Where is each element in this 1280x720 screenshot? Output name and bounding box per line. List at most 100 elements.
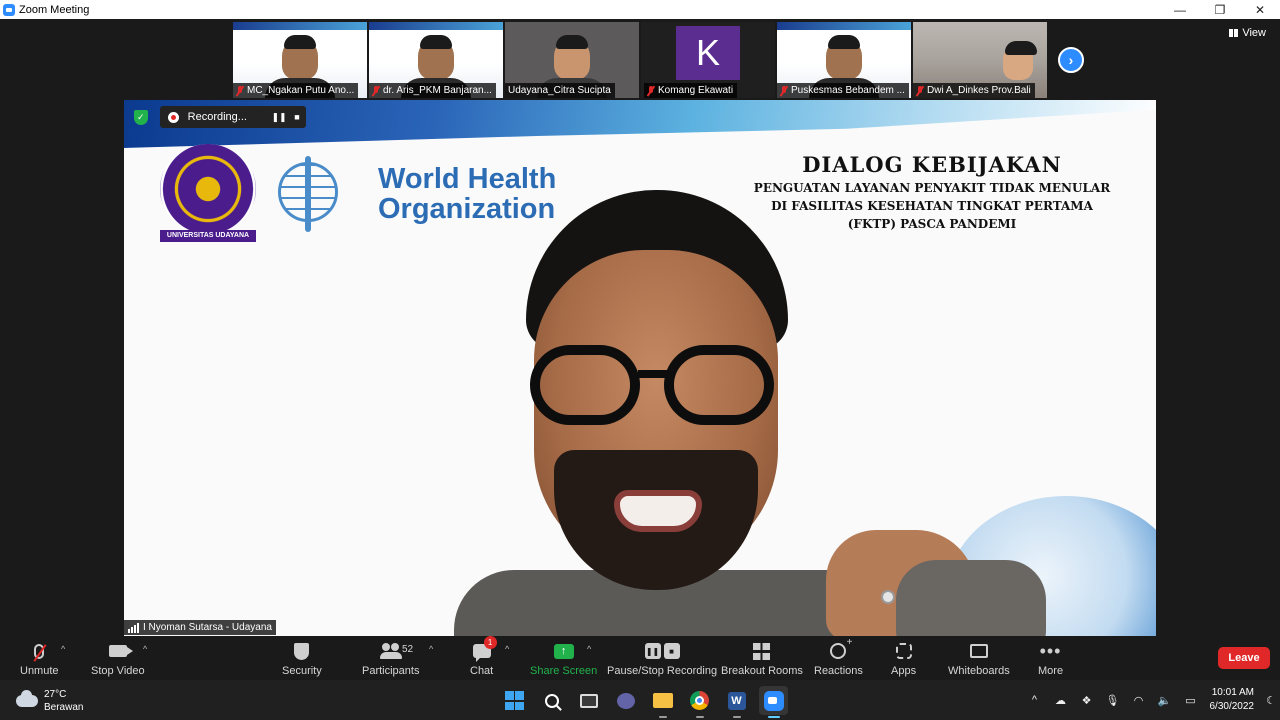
security-label: Security (282, 665, 322, 677)
grid-view-icon (1229, 29, 1239, 37)
apps-label: Apps (891, 665, 917, 677)
participant-tile[interactable]: K Komang Ekawati (641, 22, 775, 98)
clock[interactable]: 10:01 AM 6/30/2022 (1210, 686, 1255, 714)
window-title: Zoom Meeting (19, 3, 90, 16)
microphone-icon[interactable]: 🎙 (1100, 694, 1126, 707)
participant-video (418, 35, 454, 80)
share-screen-label: Share Screen (530, 665, 598, 677)
running-indicator (696, 716, 704, 718)
task-view-icon (579, 693, 598, 708)
participant-tile[interactable]: Dwi A_Dinkes Prov.Bali (913, 22, 1047, 98)
share-screen-icon: ↑ (553, 643, 574, 659)
who-emblem-icon (276, 156, 342, 232)
participant-tile[interactable]: Udayana_Citra Sucipta (505, 22, 639, 98)
notifications-icon[interactable]: ☾ (1262, 694, 1280, 707)
chevron-right-icon: › (1068, 52, 1074, 68)
who-staff (305, 156, 311, 232)
reactions-label: Reactions (814, 665, 863, 677)
reactions-button[interactable]: Reactions (814, 637, 863, 677)
clock-time: 10:01 AM (1211, 687, 1254, 698)
recording-label: Recording... (187, 111, 247, 123)
chat-button[interactable]: 1 Chat (470, 636, 497, 677)
breakout-rooms-button[interactable]: Breakout Rooms (721, 640, 803, 677)
search-button[interactable] (537, 686, 566, 715)
teams-chat-button[interactable] (611, 686, 640, 715)
chrome-button[interactable] (685, 686, 714, 718)
folder-icon (652, 693, 673, 708)
active-speaker-video: UNIVERSITAS UDAYANA World Health Organiz… (124, 100, 1156, 636)
speaker-ring (881, 590, 895, 604)
whiteboards-button[interactable]: Whiteboards (948, 640, 1010, 677)
participant-strip: MC_Ngakan Putu Ano... dr. Aris_PKM Banja… (233, 22, 1047, 98)
pause-stop-recording-button[interactable]: ❚❚ ■ Pause/Stop Recording (607, 640, 717, 677)
chevron-up-icon[interactable]: ^ (1022, 694, 1048, 706)
security-button[interactable]: Security (282, 640, 322, 677)
zoom-taskbar-button[interactable] (759, 686, 788, 718)
participants-icon (379, 643, 402, 659)
next-page-button[interactable]: › (1058, 47, 1084, 73)
participant-tile[interactable]: dr. Aris_PKM Banjaran... (369, 22, 503, 98)
taskbar-pinned-apps: W (500, 686, 788, 718)
stop-icon[interactable]: ■ (288, 108, 306, 126)
stop-video-button[interactable]: Stop Video (91, 640, 145, 677)
file-explorer-button[interactable] (648, 686, 677, 718)
unmute-button[interactable]: Unmute (20, 640, 59, 677)
view-button[interactable]: View (1229, 27, 1266, 39)
battery-icon[interactable]: ▭ (1178, 694, 1204, 707)
participant-name-tag: MC_Ngakan Putu Ano... (233, 83, 359, 98)
participants-options-caret-icon[interactable]: ^ (429, 644, 433, 654)
signal-bars-icon (128, 622, 139, 633)
logo-emblem (160, 144, 256, 234)
weather-widget[interactable]: 27°C Berawan (16, 688, 83, 714)
leave-button[interactable]: Leave (1218, 647, 1270, 669)
word-button[interactable]: W (722, 686, 751, 718)
video-options-caret-icon[interactable]: ^ (143, 644, 147, 654)
window-controls: — ❐ ✕ (1160, 0, 1280, 19)
mic-muted-icon (647, 85, 655, 96)
os-taskbar: 27°C Berawan W ^ ☁ ❖ 🎙 ◠ 🔈 ▭ 10:01 AM 6/… (0, 680, 1280, 720)
running-indicator (733, 716, 741, 718)
apps-icon (895, 643, 912, 659)
glasses-left (530, 345, 640, 425)
minimize-button[interactable]: — (1160, 0, 1200, 19)
participant-video (282, 35, 318, 80)
glasses-bridge (638, 370, 668, 378)
active-speaker-name: I Nyoman Sutarsa - Udayana (143, 622, 272, 633)
stop-video-label: Stop Video (91, 665, 145, 677)
mic-muted-icon (236, 85, 244, 96)
encryption-shield-icon[interactable]: ✓ (134, 109, 148, 125)
dropbox-icon[interactable]: ❖ (1074, 694, 1100, 707)
wifi-icon[interactable]: ◠ (1126, 694, 1152, 707)
participant-tile[interactable]: MC_Ngakan Putu Ano... (233, 22, 367, 98)
onedrive-cloud-icon[interactable]: ☁ (1048, 694, 1074, 707)
video-camera-icon (108, 645, 133, 657)
more-dots-icon: ••• (1039, 641, 1062, 661)
participant-name-tag: Udayana_Citra Sucipta (505, 83, 615, 98)
speaker-mouth (614, 490, 702, 532)
system-tray: ^ ☁ ❖ 🎙 ◠ 🔈 ▭ 10:01 AM 6/30/2022 ☾ (1022, 680, 1280, 720)
participant-tile[interactable]: Puskesmas Bebandem ... (777, 22, 911, 98)
shield-icon (294, 642, 310, 660)
glasses-right (664, 345, 774, 425)
pause-icon[interactable]: ❚❚ (270, 108, 288, 126)
participant-name: Udayana_Citra Sucipta (508, 85, 611, 96)
mic-muted-icon (372, 85, 380, 96)
restore-button[interactable]: ❐ (1200, 0, 1240, 19)
logo-ribbon: UNIVERSITAS UDAYANA (160, 230, 256, 242)
close-button[interactable]: ✕ (1240, 0, 1280, 19)
share-options-caret-icon[interactable]: ^ (587, 644, 591, 654)
volume-icon[interactable]: 🔈 (1152, 694, 1178, 707)
reactions-icon (830, 637, 852, 659)
slide-title: DIALOG KEBIJAKAN (802, 152, 1062, 177)
more-button[interactable]: ••• More (1038, 640, 1063, 677)
start-button[interactable] (500, 686, 529, 715)
apps-button[interactable]: Apps (891, 640, 916, 677)
chat-options-caret-icon[interactable]: ^ (505, 644, 509, 654)
window-titlebar: Zoom Meeting — ❐ ✕ (0, 0, 1280, 19)
task-view-button[interactable] (574, 686, 603, 715)
participant-name-tag: Komang Ekawati (644, 83, 738, 98)
active-speaker-name-tag: I Nyoman Sutarsa - Udayana (124, 620, 276, 635)
audio-options-caret-icon[interactable]: ^ (61, 644, 65, 654)
speaker-figure (454, 190, 924, 636)
zoom-icon (763, 690, 784, 711)
